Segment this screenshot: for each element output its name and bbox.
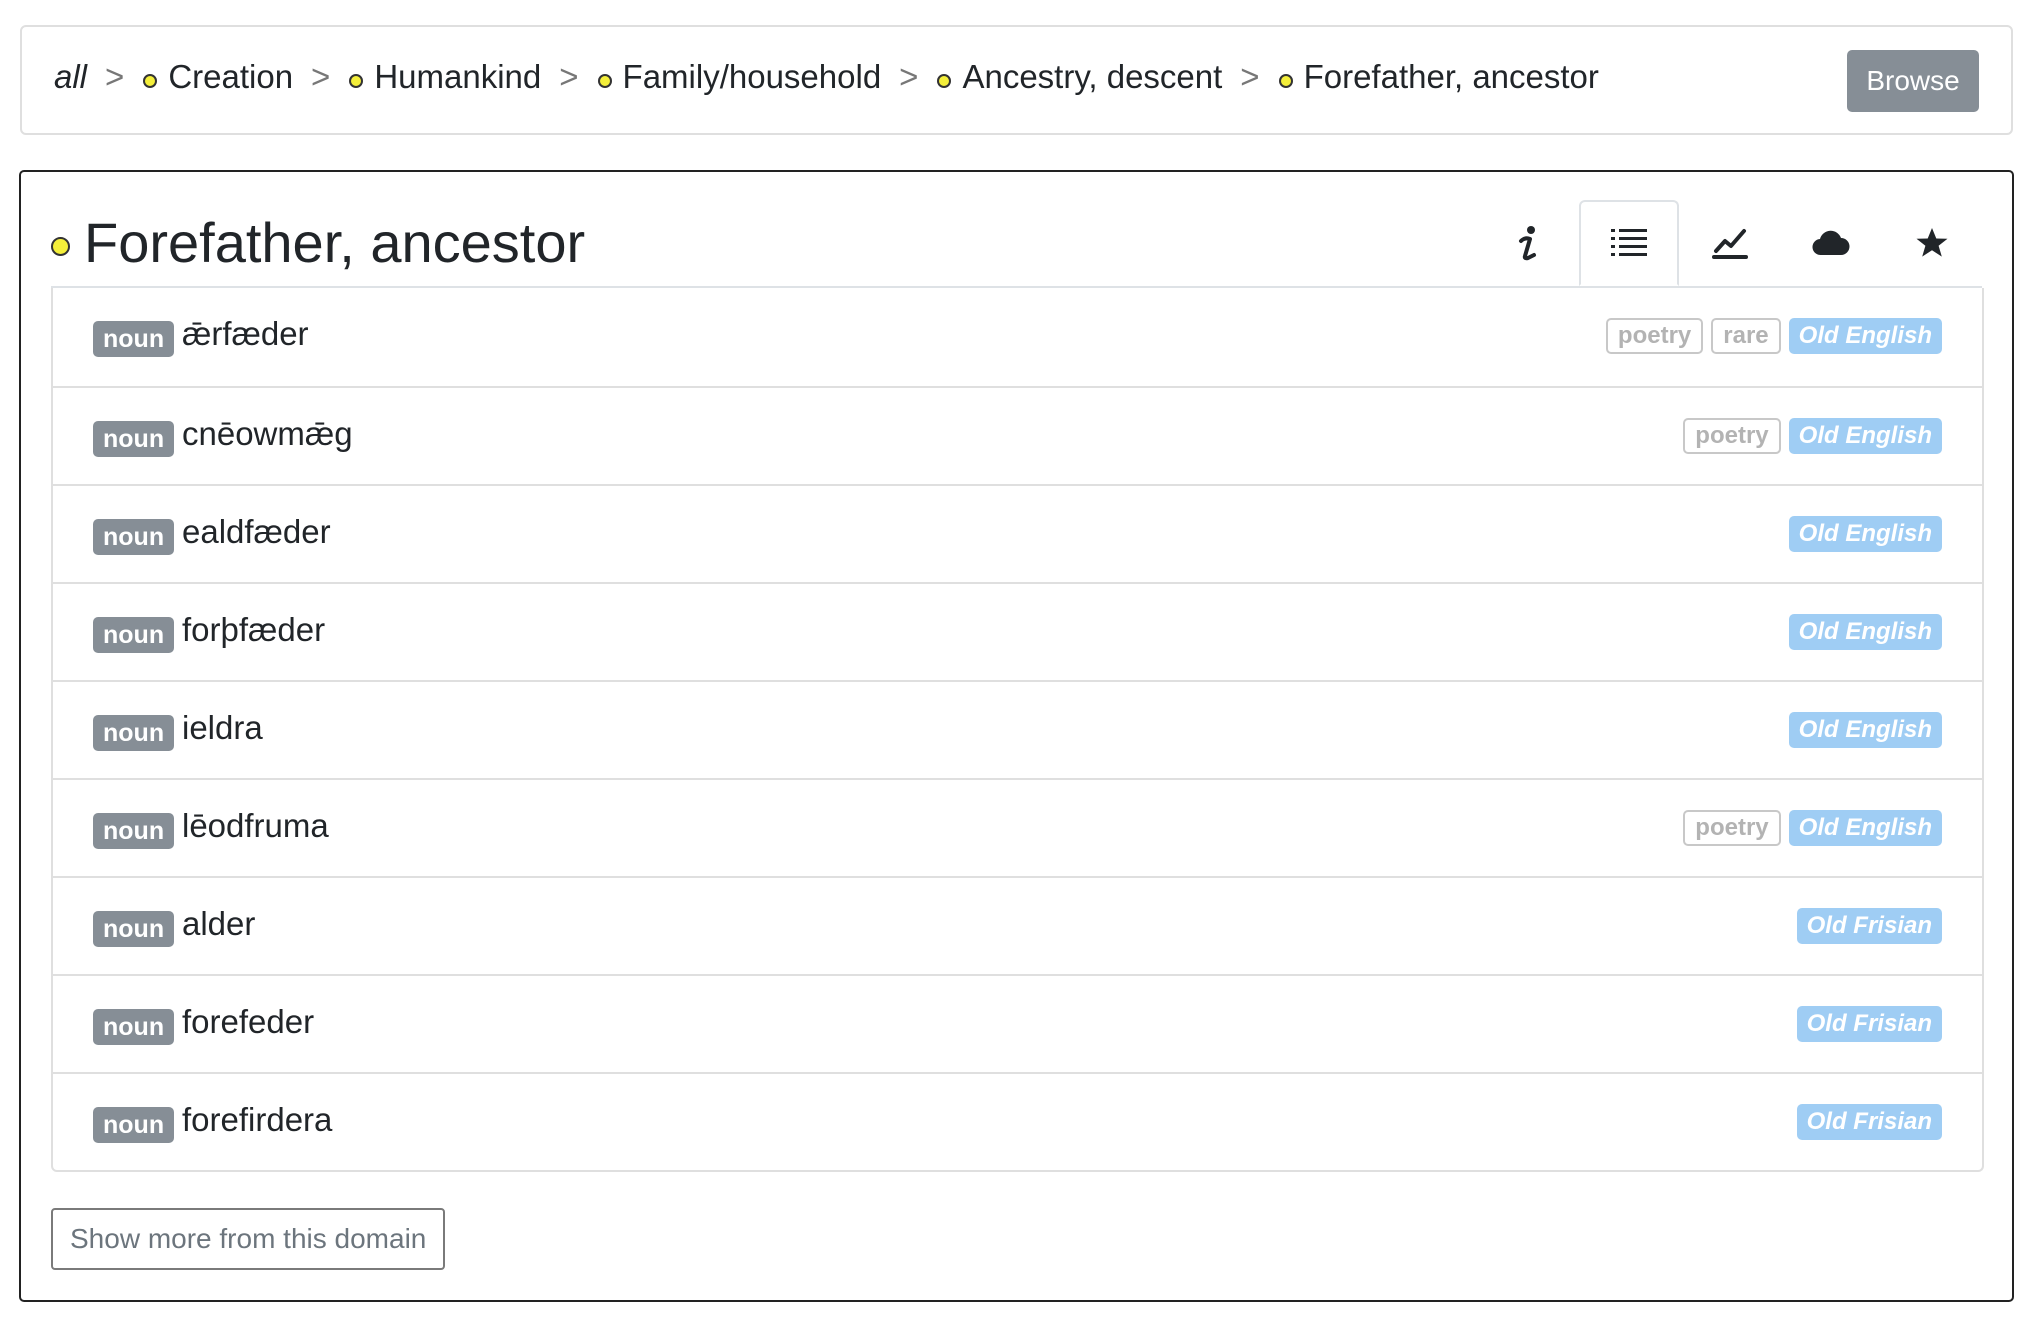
- breadcrumb-root-link[interactable]: all: [54, 58, 87, 96]
- breadcrumb-item-label: Ancestry, descent: [962, 58, 1223, 95]
- part-of-speech-badge: noun: [93, 519, 175, 555]
- word-tags: Old English: [1788, 516, 1942, 552]
- tab-chart[interactable]: [1680, 200, 1780, 286]
- view-tabs: [1477, 200, 1982, 286]
- word-link[interactable]: alder: [182, 902, 255, 946]
- breadcrumb-item[interactable]: Creation: [143, 58, 293, 96]
- breadcrumb-item[interactable]: Forefather, ancestor: [1278, 58, 1599, 96]
- breadcrumb-separator: >: [105, 58, 125, 95]
- part-of-speech-badge: noun: [93, 1009, 175, 1045]
- usage-tag: poetry: [1683, 810, 1781, 846]
- breadcrumb-item-label: Family/household: [622, 58, 882, 95]
- part-of-speech-badge: noun: [93, 321, 175, 357]
- word-link[interactable]: forefirdera: [182, 1098, 332, 1142]
- word-list: noun ǣrfæder poetry rare Old English noun cnēo…: [51, 288, 1984, 1172]
- domain-dot-icon: [349, 74, 364, 89]
- word-link[interactable]: forþfæder: [182, 608, 325, 652]
- breadcrumb-bar: all > Creation > Humankind > Family/household…: [20, 25, 2013, 135]
- usage-tag: poetry: [1683, 418, 1781, 454]
- show-more-button[interactable]: Show more from this domain: [51, 1208, 446, 1270]
- word-link[interactable]: lēodfruma: [182, 804, 329, 848]
- domain-dot-icon: [597, 74, 612, 89]
- list-item[interactable]: noun forefeder Old Frisian: [53, 974, 1982, 1072]
- breadcrumb-item-label: Humankind: [374, 58, 542, 95]
- breadcrumb-separator: >: [899, 58, 919, 95]
- tab-favorites[interactable]: [1882, 200, 1982, 286]
- word-link[interactable]: ieldra: [182, 706, 263, 750]
- language-badge: Old Frisian: [1796, 1006, 1942, 1042]
- tab-cloud[interactable]: [1781, 200, 1881, 286]
- language-badge: Old English: [1788, 614, 1942, 650]
- usage-tag: poetry: [1605, 318, 1704, 354]
- part-of-speech-badge: noun: [93, 911, 175, 947]
- list-item[interactable]: noun alder Old Frisian: [53, 876, 1982, 974]
- breadcrumb-item[interactable]: Family/household: [597, 58, 882, 96]
- word-tags: poetry rare Old English: [1605, 318, 1942, 354]
- word-tags: Old Frisian: [1796, 908, 1942, 944]
- info-icon: [1519, 226, 1536, 261]
- tab-list[interactable]: [1579, 200, 1679, 286]
- word-tags: Old Frisian: [1796, 1006, 1942, 1042]
- breadcrumb-item-label: Forefather, ancestor: [1303, 58, 1599, 95]
- word-tags: Old English: [1788, 712, 1942, 748]
- part-of-speech-badge: noun: [93, 813, 175, 849]
- language-badge: Old English: [1788, 810, 1942, 846]
- star-icon: [1916, 228, 1948, 257]
- breadcrumb-item[interactable]: Humankind: [349, 58, 541, 96]
- chart-icon: [1712, 229, 1748, 259]
- word-link[interactable]: ǣrfæder: [182, 312, 309, 356]
- page-title-text: Forefather, ancestor: [84, 210, 586, 274]
- domain-dot-icon: [1278, 74, 1293, 89]
- word-tags: poetry Old English: [1683, 418, 1942, 454]
- word-link[interactable]: ealdfæder: [182, 510, 331, 554]
- domain-dot-icon: [51, 236, 70, 256]
- language-badge: Old Frisian: [1796, 908, 1942, 944]
- breadcrumb-separator: >: [1240, 58, 1260, 95]
- part-of-speech-badge: noun: [93, 1107, 175, 1143]
- domain-panel: Forefather, ancestor noun ǣrfæder poetry…: [19, 170, 2014, 1302]
- page-title: Forefather, ancestor: [51, 200, 585, 284]
- language-badge: Old English: [1788, 318, 1942, 354]
- tab-info[interactable]: [1478, 200, 1578, 286]
- list-item[interactable]: noun forþfæder Old English: [53, 582, 1982, 680]
- word-link[interactable]: cnēowmǣg: [182, 412, 353, 456]
- list-item[interactable]: noun lēodfruma poetry Old English: [53, 778, 1982, 876]
- word-link[interactable]: forefeder: [182, 1000, 314, 1044]
- word-tags: Old English: [1788, 614, 1942, 650]
- breadcrumb-item[interactable]: Ancestry, descent: [937, 58, 1222, 96]
- list-item[interactable]: noun cnēowmǣg poetry Old English: [53, 386, 1982, 484]
- breadcrumb: all > Creation > Humankind > Family/household…: [54, 58, 1599, 96]
- list-item[interactable]: noun ealdfæder Old English: [53, 484, 1982, 582]
- word-tags: Old Frisian: [1796, 1104, 1942, 1140]
- language-badge: Old English: [1788, 418, 1942, 454]
- language-badge: Old English: [1788, 516, 1942, 552]
- list-item[interactable]: noun ieldra Old English: [53, 680, 1982, 778]
- word-tags: poetry Old English: [1683, 810, 1942, 846]
- breadcrumb-item-label: Creation: [168, 58, 294, 95]
- part-of-speech-badge: noun: [93, 715, 175, 751]
- part-of-speech-badge: noun: [93, 617, 175, 653]
- usage-tag: rare: [1711, 318, 1781, 354]
- panel-header: Forefather, ancestor: [51, 200, 1982, 290]
- domain-dot-icon: [937, 74, 952, 89]
- cloud-icon: [1812, 230, 1850, 256]
- breadcrumb-separator: >: [311, 58, 331, 95]
- part-of-speech-badge: noun: [93, 421, 175, 457]
- domain-dot-icon: [143, 74, 158, 89]
- language-badge: Old English: [1788, 712, 1942, 748]
- breadcrumb-separator: >: [559, 58, 579, 95]
- browse-button[interactable]: Browse: [1847, 50, 1979, 112]
- list-item[interactable]: noun ǣrfæder poetry rare Old English: [53, 288, 1982, 386]
- list-icon: [1611, 229, 1647, 256]
- language-badge: Old Frisian: [1796, 1104, 1942, 1140]
- list-item[interactable]: noun forefirdera Old Frisian: [53, 1072, 1982, 1170]
